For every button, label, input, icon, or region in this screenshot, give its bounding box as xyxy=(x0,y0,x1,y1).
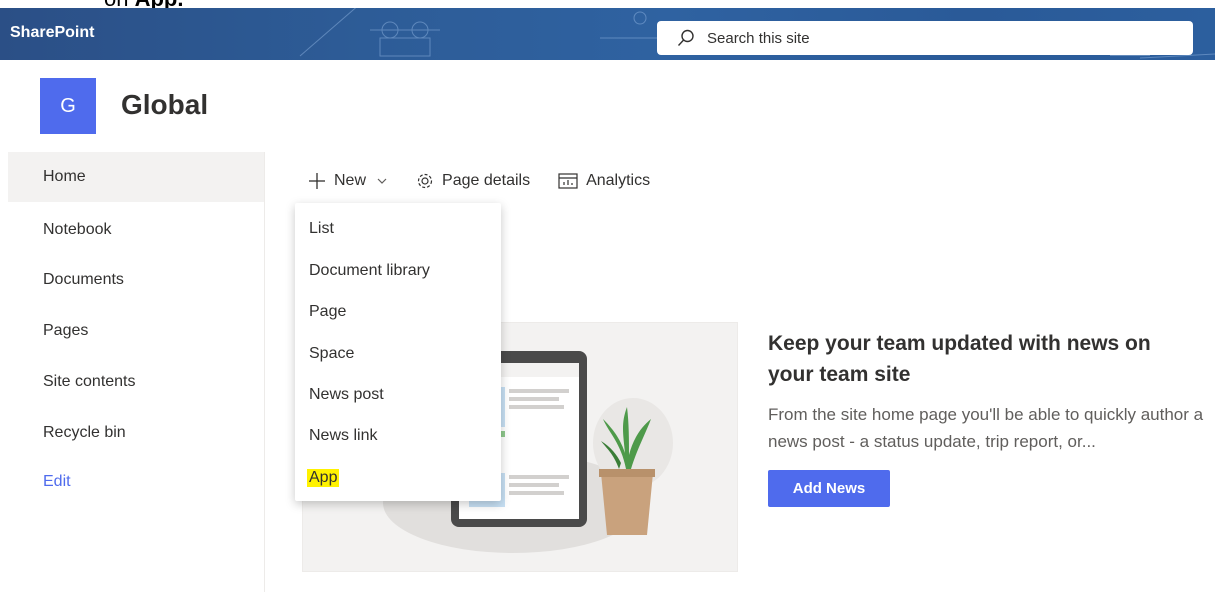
analytics-label: Analytics xyxy=(586,172,651,189)
nav-item-notebook[interactable]: Notebook xyxy=(8,205,264,255)
left-navigation: Home Notebook Documents Pages Site conte… xyxy=(8,152,265,592)
nav-item-home[interactable]: Home xyxy=(8,152,264,202)
analytics-button[interactable]: Analytics xyxy=(558,172,650,190)
menu-item-page[interactable]: Page xyxy=(295,292,501,332)
new-dropdown-menu: List Document library Page Space News po… xyxy=(295,203,501,501)
menu-item-app[interactable]: App xyxy=(295,458,501,498)
nav-item-pages[interactable]: Pages xyxy=(8,306,264,356)
nav-item-documents[interactable]: Documents xyxy=(8,255,264,305)
plus-icon xyxy=(309,173,325,189)
menu-item-document-library[interactable]: Document library xyxy=(295,251,501,291)
news-description: From the site home page you'll be able t… xyxy=(768,405,1204,451)
menu-item-space[interactable]: Space xyxy=(295,334,501,374)
nav-edit-link[interactable]: Edit xyxy=(8,457,264,507)
menu-item-app-label: App xyxy=(307,469,340,487)
instruction-target: App. xyxy=(135,0,184,8)
search-icon xyxy=(677,29,694,46)
instruction-text: on App. xyxy=(104,0,183,8)
instruction-strip: on App. xyxy=(0,0,1215,8)
new-button[interactable]: New xyxy=(308,172,388,190)
chevron-down-icon xyxy=(377,178,387,184)
news-heading: Keep your team updated with news on your… xyxy=(768,332,1151,386)
site-logo[interactable]: G xyxy=(40,78,96,134)
site-title[interactable]: Global xyxy=(121,89,208,121)
gear-icon xyxy=(417,173,433,189)
nav-item-recycle-bin[interactable]: Recycle bin xyxy=(8,408,264,458)
search-box[interactable]: Search this site xyxy=(657,21,1193,55)
search-placeholder: Search this site xyxy=(707,30,810,47)
sharepoint-brand[interactable]: SharePoint xyxy=(10,24,94,42)
menu-item-news-link[interactable]: News link xyxy=(295,416,501,456)
nav-item-site-contents[interactable]: Site contents xyxy=(8,357,264,407)
add-news-button[interactable]: Add News xyxy=(768,470,890,507)
page-details-button[interactable]: Page details xyxy=(416,172,530,190)
suite-bar: SharePoint Search this site xyxy=(0,8,1215,60)
menu-item-news-post[interactable]: News post xyxy=(295,375,501,415)
command-bar: New Page details Analytics xyxy=(308,169,678,193)
analytics-icon xyxy=(558,173,578,189)
instruction-prefix: on xyxy=(104,0,135,8)
page-details-label: Page details xyxy=(442,172,531,189)
new-label: New xyxy=(334,172,367,189)
menu-item-list[interactable]: List xyxy=(295,209,501,249)
